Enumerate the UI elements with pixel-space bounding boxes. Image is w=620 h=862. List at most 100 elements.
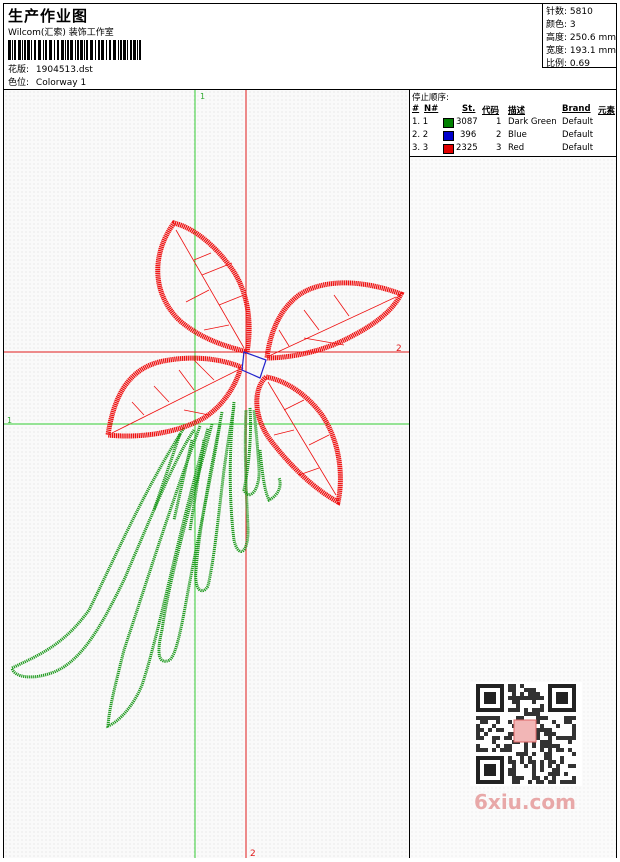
qr-module	[548, 700, 552, 704]
color-swatch	[443, 118, 454, 128]
qr-module	[544, 740, 548, 744]
qr-module	[552, 732, 556, 736]
qr-module	[548, 732, 552, 736]
qr-module	[532, 768, 536, 772]
barcode-bar	[38, 40, 41, 60]
row-brand: Default	[562, 130, 594, 140]
row-desc: Blue	[508, 130, 527, 140]
qr-module	[484, 692, 488, 696]
qr-module	[516, 776, 520, 780]
qr-module	[512, 764, 516, 768]
qr-module	[508, 696, 512, 700]
qr-module	[572, 696, 576, 700]
stem-group	[10, 401, 282, 729]
col-header-brand: Brand	[562, 104, 591, 114]
col-header-desc: 描述	[508, 106, 526, 116]
qr-module	[488, 700, 492, 704]
qr-module	[488, 772, 492, 776]
vein-bottom-right	[267, 381, 337, 496]
qr-module	[488, 692, 492, 696]
qr-module	[508, 772, 512, 776]
qr-module	[500, 688, 504, 692]
qr-module	[508, 768, 512, 772]
qr-module	[492, 724, 496, 728]
qr-module	[556, 684, 560, 688]
color-count: 颜色: 3	[546, 20, 576, 30]
qr-module	[552, 780, 556, 784]
qr-module	[500, 704, 504, 708]
qr-module	[492, 700, 496, 704]
qr-module	[500, 696, 504, 700]
qr-module	[520, 692, 524, 696]
barcode-bar	[77, 40, 79, 60]
qr-module	[572, 776, 576, 780]
qr-module	[544, 744, 548, 748]
barcode-bar	[80, 40, 83, 60]
barcode-bar	[24, 40, 26, 60]
qr-module	[532, 744, 536, 748]
col-header-needle: N#	[424, 104, 439, 114]
qr-module	[556, 768, 560, 772]
qr-module	[572, 684, 576, 688]
qr-module	[476, 700, 480, 704]
qr-module	[520, 752, 524, 756]
qr-module	[508, 760, 512, 764]
qr-module	[536, 712, 540, 716]
qr-module	[536, 708, 540, 712]
qr-module	[548, 752, 552, 756]
qr-module	[548, 780, 552, 784]
qr-module	[516, 708, 520, 712]
qr-module	[560, 692, 564, 696]
qr-module	[540, 760, 544, 764]
qr-module	[548, 684, 552, 688]
row-number: 3. 3	[412, 143, 429, 153]
design-scale: 比例: 0.69	[546, 59, 590, 69]
barcode-bar	[101, 40, 104, 60]
qr-module	[524, 752, 528, 756]
qr-module	[512, 772, 516, 776]
stitch-count: 针数: 5810	[546, 7, 593, 17]
qr-module	[560, 780, 564, 784]
qr-module	[564, 700, 568, 704]
qr-module	[524, 748, 528, 752]
barcode-bar	[12, 40, 13, 60]
qr-module	[508, 748, 512, 752]
qr-module	[556, 748, 560, 752]
qr-module	[564, 736, 568, 740]
qr-module	[516, 780, 520, 784]
qr-module	[560, 756, 564, 760]
qr-module	[496, 684, 500, 688]
qr-module	[532, 708, 536, 712]
barcode-bar	[61, 40, 64, 60]
barcode-bar	[86, 40, 88, 60]
qr-module	[516, 704, 520, 708]
qr-module	[516, 716, 520, 720]
qr-module	[568, 748, 572, 752]
qr-module	[484, 772, 488, 776]
qr-module	[548, 764, 552, 768]
qr-module	[504, 748, 508, 752]
barcode-bar	[109, 40, 111, 60]
qr-module	[496, 720, 500, 724]
qr-module	[572, 764, 576, 768]
qr-module	[528, 756, 532, 760]
qr-module	[556, 764, 560, 768]
qr-module	[536, 736, 540, 740]
qr-module	[500, 728, 504, 732]
qr-module	[484, 684, 488, 688]
qr-module	[548, 688, 552, 692]
qr-module	[548, 756, 552, 760]
qr-module	[476, 708, 480, 712]
row-code: 1	[496, 117, 502, 127]
design-stats: 针数: 5810 颜色: 3 高度: 250.6 mm 宽度: 193.1 mm…	[542, 4, 616, 69]
qr-module	[484, 716, 488, 720]
qr-module	[492, 756, 496, 760]
design-canvas: 1 1 2 2	[4, 90, 410, 859]
qr-module	[520, 756, 524, 760]
qr-module	[524, 688, 528, 692]
qr-module	[552, 760, 556, 764]
qr-module	[556, 736, 560, 740]
design-file-row: 花版: 1904513.dst	[8, 62, 93, 75]
qr-module	[484, 756, 488, 760]
qr-module	[508, 688, 512, 692]
